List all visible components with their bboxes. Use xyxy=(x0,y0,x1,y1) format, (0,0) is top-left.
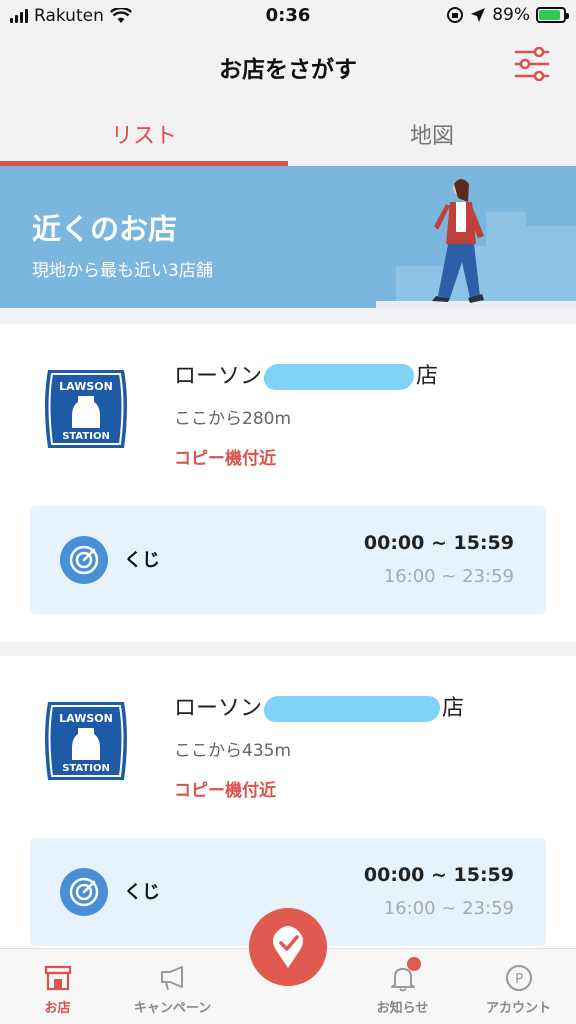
checkin-button[interactable] xyxy=(249,908,327,986)
nav-account[interactable]: P アカウント xyxy=(461,949,576,1024)
battery-percent: 89% xyxy=(492,5,530,25)
logo-text-bottom: STATION xyxy=(62,431,110,442)
nav-news[interactable]: お知らせ xyxy=(345,949,460,1024)
tab-list[interactable]: リスト xyxy=(0,100,288,166)
store-distance: ここから435m xyxy=(174,741,292,761)
store-name-prefix: ローソン xyxy=(174,696,263,721)
orientation-lock-icon xyxy=(447,7,464,23)
lawson-station-logo: LAWSON STATION xyxy=(45,702,127,780)
location-arrow-icon xyxy=(471,8,486,22)
nav-account-label: アカウント xyxy=(485,1001,551,1016)
service-time-inactive: 16:00 ~ 23:59 xyxy=(383,898,514,919)
view-tabs: リスト 地図 xyxy=(0,100,576,166)
notification-badge xyxy=(407,957,421,971)
banner-title: 近くのお店 xyxy=(32,212,178,246)
tab-map[interactable]: 地図 xyxy=(288,100,576,166)
store-location-note: コピー機付近 xyxy=(174,449,276,469)
page-title: お店をさがす xyxy=(219,57,357,83)
logo-text-top: LAWSON xyxy=(59,380,113,393)
nav-campaign[interactable]: キャンペーン xyxy=(115,949,230,1024)
points-p-icon: P xyxy=(505,965,532,991)
nav-news-label: お知らせ xyxy=(376,1001,429,1016)
store-location-note: コピー機付近 xyxy=(174,781,276,801)
nearby-banner: 近くのお店 現地から最も近い3店舗 xyxy=(0,166,576,308)
service-time-inactive: 16:00 ~ 23:59 xyxy=(383,566,514,587)
nav-stores-label: お店 xyxy=(44,1001,71,1016)
battery-icon xyxy=(536,7,569,23)
target-icon xyxy=(60,868,108,916)
store-name: ローソン 店 xyxy=(174,358,438,390)
service-label: くじ xyxy=(124,882,160,903)
logo-text-bottom: STATION xyxy=(62,763,110,774)
store-name-prefix: ローソン xyxy=(174,364,263,389)
store-name-suffix: 店 xyxy=(416,364,439,389)
map-pin-check-icon xyxy=(273,926,303,968)
nav-stores[interactable]: お店 xyxy=(0,949,115,1024)
megaphone-icon xyxy=(160,966,183,991)
battery-level xyxy=(539,10,561,20)
svg-text:P: P xyxy=(515,972,523,987)
nav-campaign-label: キャンペーン xyxy=(133,1001,212,1016)
redaction-mark xyxy=(262,364,416,390)
target-icon xyxy=(60,536,108,584)
storefront-icon xyxy=(44,965,71,991)
logo-text-top: LAWSON xyxy=(59,712,113,725)
service-time-active: 00:00 ~ 15:59 xyxy=(363,864,514,886)
banner-subtitle: 現地から最も近い3店舗 xyxy=(32,261,213,281)
store-name-suffix: 店 xyxy=(442,696,465,721)
service-kuji[interactable]: くじ 00:00 ~ 15:59 16:00 ~ 23:59 xyxy=(30,506,546,614)
header: お店をさがす xyxy=(0,34,576,98)
store-distance: ここから280m xyxy=(174,409,292,429)
filter-sliders-icon xyxy=(514,46,550,82)
store-name: ローソン 店 xyxy=(174,690,464,722)
redaction-mark xyxy=(262,696,442,722)
store-card[interactable]: LAWSON STATION ローソン 店 ここから280m コピー機付近 くじ … xyxy=(0,324,576,642)
status-right: 89% xyxy=(446,5,569,25)
walking-woman-illustration xyxy=(376,179,576,308)
filter-button[interactable] xyxy=(512,44,552,84)
service-time-active: 00:00 ~ 15:59 xyxy=(363,532,514,554)
status-bar: Rakuten 0:36 89% xyxy=(0,0,576,34)
lawson-station-logo: LAWSON STATION xyxy=(45,370,127,448)
service-label: くじ xyxy=(124,550,160,571)
